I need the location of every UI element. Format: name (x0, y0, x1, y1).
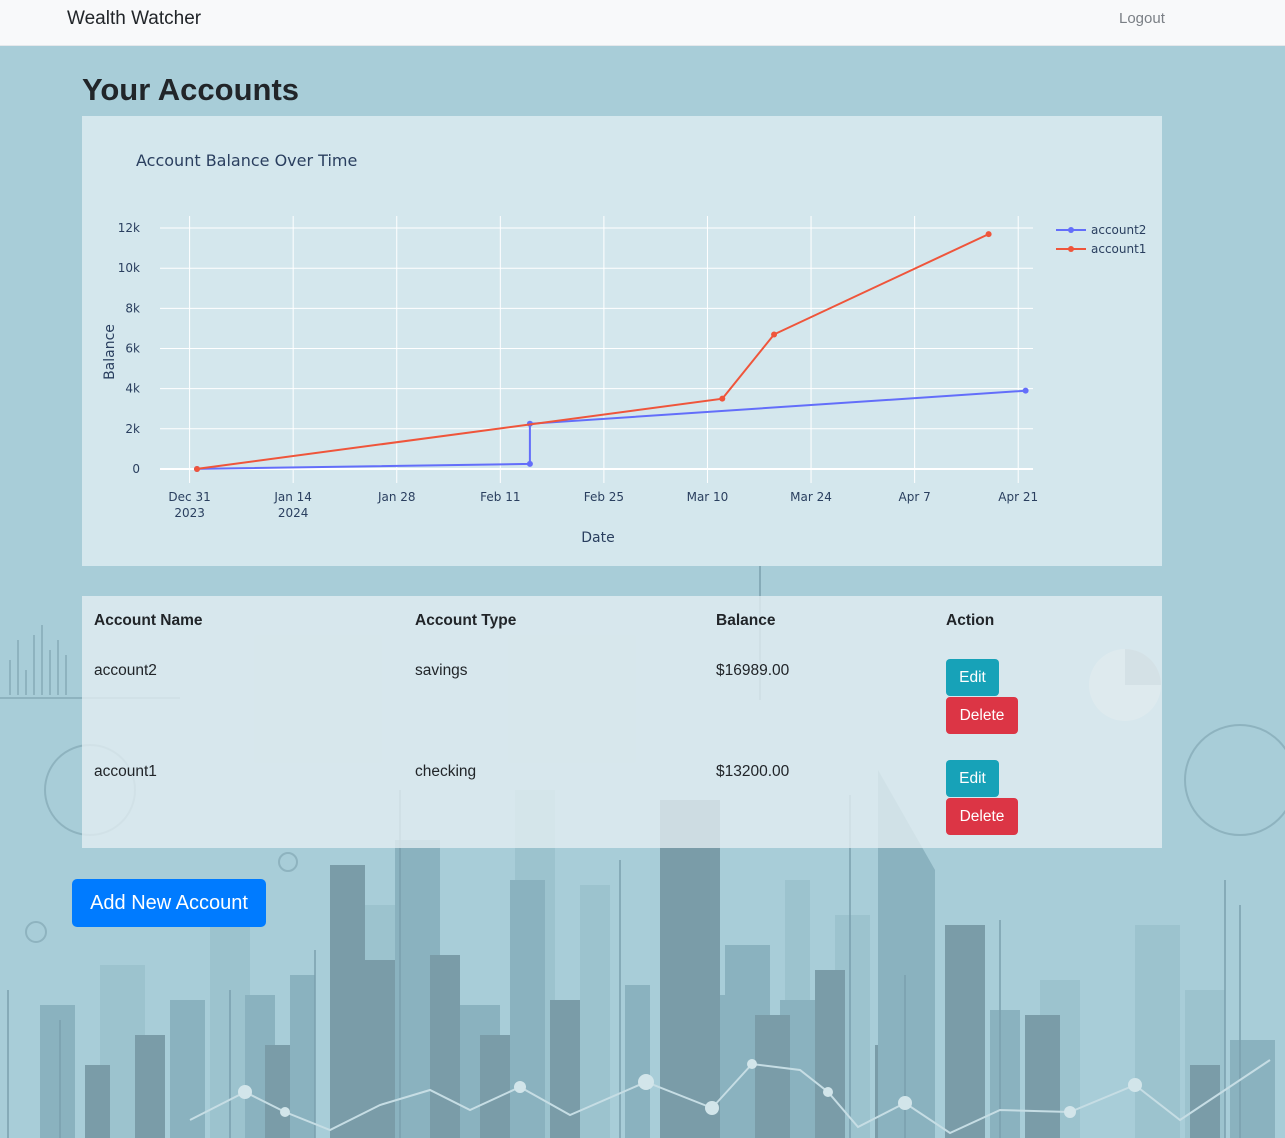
edit-button[interactable]: Edit (946, 760, 999, 797)
data-point[interactable] (1022, 387, 1029, 394)
y-tick-label: 12k (118, 221, 140, 235)
edit-button[interactable]: Edit (946, 659, 999, 696)
balance-line-chart: Account Balance Over Time Dec 31 2023 Jan … (102, 151, 1146, 546)
x-tick-label: Mar 10 (687, 490, 729, 504)
data-point[interactable] (771, 331, 778, 338)
x-axis-label: Date (581, 530, 614, 546)
x-tick-label: Mar 24 (790, 490, 832, 504)
delete-button[interactable]: Delete (946, 798, 1018, 835)
data-point[interactable] (985, 231, 992, 238)
data-point[interactable] (719, 395, 726, 402)
header-account-name: Account Name (94, 612, 203, 629)
legend-item-account2[interactable]: account2 (1056, 223, 1146, 237)
data-point[interactable] (526, 460, 533, 467)
header-account-type: Account Type (415, 612, 517, 629)
y-tick-label: 2k (125, 422, 140, 436)
brand-logo-text[interactable]: Wealth Watcher (67, 8, 201, 30)
y-tick-label: 8k (125, 301, 140, 315)
legend-label: account2 (1091, 223, 1146, 237)
legend-marker (1068, 227, 1074, 233)
series-line (196, 389, 1026, 470)
legend-label: account1 (1091, 242, 1146, 256)
chart-series (193, 231, 1029, 472)
y-tick-label: 0 (132, 462, 140, 476)
y-tick-label: 6k (125, 341, 140, 355)
account-type-cell: checking (415, 763, 477, 780)
delete-button[interactable]: Delete (946, 697, 1018, 734)
top-navbar: Wealth Watcher Logout (0, 0, 1285, 46)
balance-cell: $13200.00 (716, 763, 790, 780)
chart-ticks: Dec 31 2023 Jan 14 2024 Jan 28 Feb 11 Feb 25 Ma… (118, 221, 1038, 520)
account-name-cell: account2 (94, 662, 157, 679)
account-name-cell: account1 (94, 763, 157, 780)
x-tick-label: Apr 21 (998, 490, 1038, 504)
balance-chart-card: Account Balance Over Time Dec 31 2023 Jan … (82, 116, 1162, 566)
x-tick-label: 2024 (278, 506, 309, 520)
page-title: Your Accounts (82, 72, 300, 107)
x-tick-label: Jan 28 (377, 490, 416, 504)
legend-marker (1068, 246, 1074, 252)
x-tick-label: Apr 7 (899, 490, 931, 504)
y-axis-label: Balance (102, 324, 118, 380)
add-new-account-button[interactable]: Add New Account (72, 879, 266, 927)
series-account1 (193, 231, 992, 472)
chart-grid (160, 216, 1033, 483)
x-tick-label: Feb 25 (584, 490, 624, 504)
y-tick-label: 4k (125, 382, 140, 396)
x-tick-label: Dec 31 (168, 490, 210, 504)
logout-link[interactable]: Logout (1119, 10, 1165, 27)
chart-legend[interactable]: account2 account1 (1056, 223, 1146, 256)
data-point[interactable] (193, 465, 200, 472)
accounts-table: Account Name Account Type Balance Action… (82, 596, 1162, 848)
series-line (196, 233, 990, 470)
account-type-cell: savings (415, 662, 468, 679)
x-tick-label: 2023 (174, 506, 205, 520)
balance-cell: $16989.00 (716, 662, 790, 679)
chart-title: Account Balance Over Time (136, 151, 357, 170)
series-account2 (193, 387, 1029, 472)
y-tick-label: 10k (118, 261, 140, 275)
header-balance: Balance (716, 612, 776, 629)
legend-item-account1[interactable]: account1 (1056, 242, 1146, 256)
header-action: Action (946, 612, 995, 629)
x-tick-label: Feb 11 (480, 490, 520, 504)
x-tick-label: Jan 14 (273, 490, 312, 504)
